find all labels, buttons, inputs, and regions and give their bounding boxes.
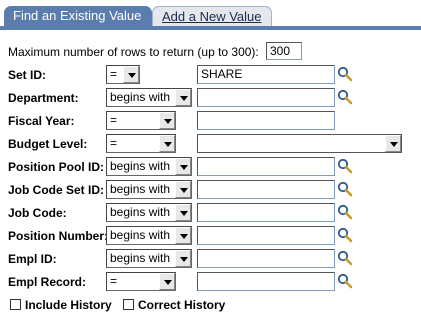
- include-history-checkbox[interactable]: [10, 299, 21, 310]
- chevron-down-icon[interactable]: [159, 135, 175, 152]
- field-input[interactable]: [197, 249, 335, 268]
- include-history-label: Include History: [25, 298, 112, 312]
- operator-value: =: [110, 274, 118, 288]
- tab-label: Add a New Value: [162, 9, 262, 24]
- chevron-down-icon[interactable]: [175, 181, 191, 198]
- chevron-down-icon[interactable]: [175, 227, 191, 244]
- operator-value: =: [110, 67, 118, 81]
- search-row-setid: Set ID: = SHARE: [0, 65, 421, 85]
- magnifier-icon[interactable]: [337, 181, 353, 197]
- field-label: Set ID:: [8, 68, 47, 82]
- operator-select[interactable]: =: [106, 272, 176, 291]
- tab-underline: [0, 26, 421, 30]
- operator-value: =: [110, 136, 118, 150]
- chevron-down-icon[interactable]: [175, 250, 191, 267]
- magnifier-icon[interactable]: [337, 227, 353, 243]
- field-label: Department:: [8, 91, 79, 105]
- field-input[interactable]: [197, 226, 335, 245]
- operator-select[interactable]: =: [106, 111, 176, 130]
- magnifier-icon[interactable]: [337, 204, 353, 220]
- magnifier-icon[interactable]: [337, 273, 353, 289]
- chevron-down-icon[interactable]: [175, 204, 191, 221]
- max-rows-label: Maximum number of rows to return (up to …: [8, 45, 259, 59]
- operator-value: begins with: [110, 159, 171, 173]
- field-label: Fiscal Year:: [8, 114, 75, 128]
- magnifier-icon[interactable]: [337, 89, 353, 105]
- operator-select[interactable]: begins with: [106, 203, 192, 222]
- operator-value: begins with: [110, 90, 171, 104]
- tab-label: Find an Existing Value: [13, 8, 142, 23]
- field-label: Empl ID:: [8, 252, 57, 266]
- field-select[interactable]: [197, 134, 402, 153]
- field-input[interactable]: [197, 157, 335, 176]
- search-row-empl-id: Empl ID: begins with: [0, 249, 421, 269]
- operator-select[interactable]: =: [106, 134, 176, 153]
- chevron-down-icon[interactable]: [175, 158, 191, 175]
- search-row-job-code: Job Code: begins with: [0, 203, 421, 223]
- correct-history-checkbox[interactable]: [123, 299, 134, 310]
- chevron-down-icon[interactable]: [159, 112, 175, 129]
- operator-value: begins with: [110, 182, 171, 196]
- field-input[interactable]: [197, 203, 335, 222]
- field-label: Position Number:: [8, 229, 109, 243]
- search-row-position-pool-id: Position Pool ID: begins with: [0, 157, 421, 177]
- operator-select[interactable]: begins with: [106, 180, 192, 199]
- correct-history-label: Correct History: [138, 298, 226, 312]
- field-input[interactable]: SHARE: [197, 65, 335, 84]
- field-label: Position Pool ID:: [8, 160, 104, 174]
- tab-find-existing-value[interactable]: Find an Existing Value: [4, 6, 152, 26]
- magnifier-icon[interactable]: [337, 66, 353, 82]
- chevron-down-icon[interactable]: [159, 273, 175, 290]
- field-label: Job Code:: [8, 206, 67, 220]
- field-label: Budget Level:: [8, 137, 88, 151]
- magnifier-icon[interactable]: [337, 158, 353, 174]
- chevron-down-icon[interactable]: [385, 135, 401, 152]
- operator-value: begins with: [110, 251, 171, 265]
- search-row-empl-record: Empl Record: =: [0, 272, 421, 292]
- field-input[interactable]: [197, 111, 335, 130]
- operator-value: =: [110, 113, 118, 127]
- field-input[interactable]: [197, 272, 335, 291]
- field-input[interactable]: [197, 88, 335, 107]
- chevron-down-icon[interactable]: [123, 66, 139, 83]
- search-row-fiscal-year: Fiscal Year: =: [0, 111, 421, 131]
- operator-select[interactable]: begins with: [106, 88, 192, 107]
- operator-select[interactable]: begins with: [106, 249, 192, 268]
- operator-select[interactable]: begins with: [106, 226, 192, 245]
- search-row-position-number: Position Number: begins with: [0, 226, 421, 246]
- field-label: Empl Record:: [8, 275, 87, 289]
- operator-select[interactable]: begins with: [106, 157, 192, 176]
- operator-value: begins with: [110, 205, 171, 219]
- search-row-job-code-set-id: Job Code Set ID: begins with: [0, 180, 421, 200]
- tab-bar: Find an Existing Value Add a New Value: [0, 0, 421, 30]
- field-input[interactable]: [197, 180, 335, 199]
- chevron-down-icon[interactable]: [175, 89, 191, 106]
- search-row-budget-level: Budget Level: =: [0, 134, 421, 154]
- tab-add-new-value[interactable]: Add a New Value: [152, 6, 272, 26]
- operator-select[interactable]: =: [106, 65, 140, 84]
- search-row-department: Department: begins with: [0, 88, 421, 108]
- magnifier-icon[interactable]: [337, 250, 353, 266]
- max-rows-input[interactable]: 300: [266, 42, 302, 60]
- field-label: Job Code Set ID:: [8, 183, 105, 197]
- operator-value: begins with: [110, 228, 171, 242]
